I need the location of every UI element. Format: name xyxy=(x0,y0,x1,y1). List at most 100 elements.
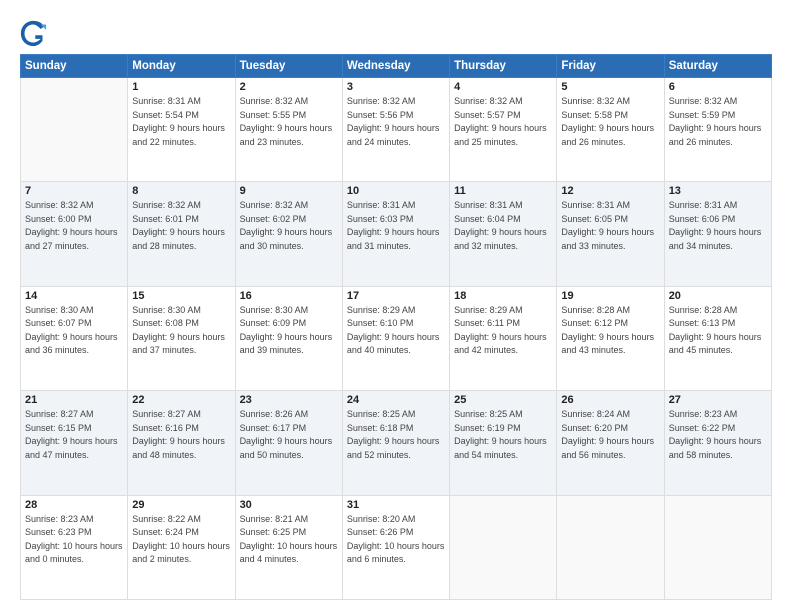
day-info: Sunrise: 8:32 AMSunset: 5:55 PMDaylight:… xyxy=(240,95,338,149)
day-number: 7 xyxy=(25,185,123,197)
calendar-cell xyxy=(450,495,557,599)
calendar-cell: 24Sunrise: 8:25 AMSunset: 6:18 PMDayligh… xyxy=(342,391,449,495)
calendar-cell: 26Sunrise: 8:24 AMSunset: 6:20 PMDayligh… xyxy=(557,391,664,495)
day-number: 4 xyxy=(454,81,552,93)
day-info: Sunrise: 8:30 AMSunset: 6:09 PMDaylight:… xyxy=(240,304,338,358)
day-number: 25 xyxy=(454,394,552,406)
day-info: Sunrise: 8:24 AMSunset: 6:20 PMDaylight:… xyxy=(561,408,659,462)
day-number: 10 xyxy=(347,185,445,197)
weekday-header-thursday: Thursday xyxy=(450,55,557,78)
day-number: 20 xyxy=(669,290,767,302)
calendar-week-row: 14Sunrise: 8:30 AMSunset: 6:07 PMDayligh… xyxy=(21,286,772,390)
day-info: Sunrise: 8:29 AMSunset: 6:10 PMDaylight:… xyxy=(347,304,445,358)
day-number: 15 xyxy=(132,290,230,302)
header xyxy=(20,16,772,48)
day-info: Sunrise: 8:32 AMSunset: 6:02 PMDaylight:… xyxy=(240,199,338,253)
weekday-header-saturday: Saturday xyxy=(664,55,771,78)
calendar-week-row: 7 Sunrise: 8:32 AMSunset: 6:00 PMDaylight… xyxy=(21,182,772,286)
day-info: Sunrise: 8:22 AMSunset: 6:24 PMDaylight:… xyxy=(132,513,230,567)
day-info: Sunrise: 8:31 AMSunset: 6:05 PMDaylight:… xyxy=(561,199,659,253)
calendar-cell: 23 Sunrise: 8:26 AMSunset: 6:17 PMDayligh… xyxy=(235,391,342,495)
day-number: 14 xyxy=(25,290,123,302)
day-info: Sunrise: 8:20 AMSunset: 6:26 PMDaylight:… xyxy=(347,513,445,567)
day-info: Sunrise: 8:25 AMSunset: 6:19 PMDaylight:… xyxy=(454,408,552,462)
day-number: 28 xyxy=(25,499,123,511)
day-number: 11 xyxy=(454,185,552,197)
day-info: Sunrise: 8:29 AMSunset: 6:11 PMDaylight:… xyxy=(454,304,552,358)
day-number: 29 xyxy=(132,499,230,511)
calendar-cell: 6 Sunrise: 8:32 AMSunset: 5:59 PMDaylight… xyxy=(664,78,771,182)
weekday-header-sunday: Sunday xyxy=(21,55,128,78)
weekday-header-tuesday: Tuesday xyxy=(235,55,342,78)
day-number: 31 xyxy=(347,499,445,511)
calendar-page: SundayMondayTuesdayWednesdayThursdayFrid… xyxy=(0,0,792,612)
day-number: 1 xyxy=(132,81,230,93)
calendar-week-row: 28 Sunrise: 8:23 AMSunset: 6:23 PMDayligh… xyxy=(21,495,772,599)
calendar-cell: 4 Sunrise: 8:32 AMSunset: 5:57 PMDaylight… xyxy=(450,78,557,182)
calendar-table: SundayMondayTuesdayWednesdayThursdayFrid… xyxy=(20,54,772,600)
calendar-cell: 25 Sunrise: 8:25 AMSunset: 6:19 PMDayligh… xyxy=(450,391,557,495)
calendar-cell: 14Sunrise: 8:30 AMSunset: 6:07 PMDayligh… xyxy=(21,286,128,390)
calendar-cell: 21 Sunrise: 8:27 AMSunset: 6:15 PMDayligh… xyxy=(21,391,128,495)
calendar-cell: 22 Sunrise: 8:27 AMSunset: 6:16 PMDayligh… xyxy=(128,391,235,495)
day-number: 6 xyxy=(669,81,767,93)
weekday-header-friday: Friday xyxy=(557,55,664,78)
logo-icon xyxy=(20,20,48,48)
calendar-cell: 20 Sunrise: 8:28 AMSunset: 6:13 PMDayligh… xyxy=(664,286,771,390)
day-info: Sunrise: 8:32 AMSunset: 6:01 PMDaylight:… xyxy=(132,199,230,253)
day-number: 9 xyxy=(240,185,338,197)
calendar-cell: 8 Sunrise: 8:32 AMSunset: 6:01 PMDaylight… xyxy=(128,182,235,286)
calendar-cell: 18 Sunrise: 8:29 AMSunset: 6:11 PMDayligh… xyxy=(450,286,557,390)
day-info: Sunrise: 8:25 AMSunset: 6:18 PMDaylight:… xyxy=(347,408,445,462)
day-info: Sunrise: 8:27 AMSunset: 6:15 PMDaylight:… xyxy=(25,408,123,462)
day-info: Sunrise: 8:32 AMSunset: 5:57 PMDaylight:… xyxy=(454,95,552,149)
day-number: 22 xyxy=(132,394,230,406)
calendar-cell: 31 Sunrise: 8:20 AMSunset: 6:26 PMDayligh… xyxy=(342,495,449,599)
day-number: 8 xyxy=(132,185,230,197)
logo xyxy=(20,20,52,48)
day-info: Sunrise: 8:31 AMSunset: 5:54 PMDaylight:… xyxy=(132,95,230,149)
calendar-cell: 3 Sunrise: 8:32 AMSunset: 5:56 PMDaylight… xyxy=(342,78,449,182)
day-info: Sunrise: 8:21 AMSunset: 6:25 PMDaylight:… xyxy=(240,513,338,567)
day-number: 23 xyxy=(240,394,338,406)
day-info: Sunrise: 8:23 AMSunset: 6:22 PMDaylight:… xyxy=(669,408,767,462)
day-number: 12 xyxy=(561,185,659,197)
calendar-cell: 1 Sunrise: 8:31 AMSunset: 5:54 PMDaylight… xyxy=(128,78,235,182)
day-info: Sunrise: 8:28 AMSunset: 6:13 PMDaylight:… xyxy=(669,304,767,358)
calendar-cell: 15 Sunrise: 8:30 AMSunset: 6:08 PMDayligh… xyxy=(128,286,235,390)
weekday-header-monday: Monday xyxy=(128,55,235,78)
calendar-cell: 19Sunrise: 8:28 AMSunset: 6:12 PMDayligh… xyxy=(557,286,664,390)
calendar-cell: 11 Sunrise: 8:31 AMSunset: 6:04 PMDayligh… xyxy=(450,182,557,286)
calendar-cell xyxy=(557,495,664,599)
day-info: Sunrise: 8:32 AMSunset: 6:00 PMDaylight:… xyxy=(25,199,123,253)
calendar-cell: 29 Sunrise: 8:22 AMSunset: 6:24 PMDayligh… xyxy=(128,495,235,599)
calendar-cell: 5 Sunrise: 8:32 AMSunset: 5:58 PMDaylight… xyxy=(557,78,664,182)
calendar-cell: 2 Sunrise: 8:32 AMSunset: 5:55 PMDaylight… xyxy=(235,78,342,182)
day-info: Sunrise: 8:31 AMSunset: 6:04 PMDaylight:… xyxy=(454,199,552,253)
day-info: Sunrise: 8:27 AMSunset: 6:16 PMDaylight:… xyxy=(132,408,230,462)
day-number: 5 xyxy=(561,81,659,93)
calendar-cell: 27 Sunrise: 8:23 AMSunset: 6:22 PMDayligh… xyxy=(664,391,771,495)
day-info: Sunrise: 8:30 AMSunset: 6:08 PMDaylight:… xyxy=(132,304,230,358)
calendar-cell: 10 Sunrise: 8:31 AMSunset: 6:03 PMDayligh… xyxy=(342,182,449,286)
day-number: 21 xyxy=(25,394,123,406)
day-number: 3 xyxy=(347,81,445,93)
calendar-cell: 16Sunrise: 8:30 AMSunset: 6:09 PMDayligh… xyxy=(235,286,342,390)
calendar-cell: 13Sunrise: 8:31 AMSunset: 6:06 PMDayligh… xyxy=(664,182,771,286)
day-number: 2 xyxy=(240,81,338,93)
calendar-week-row: 1 Sunrise: 8:31 AMSunset: 5:54 PMDaylight… xyxy=(21,78,772,182)
day-number: 18 xyxy=(454,290,552,302)
calendar-cell: 30 Sunrise: 8:21 AMSunset: 6:25 PMDayligh… xyxy=(235,495,342,599)
day-info: Sunrise: 8:28 AMSunset: 6:12 PMDaylight:… xyxy=(561,304,659,358)
day-number: 27 xyxy=(669,394,767,406)
calendar-cell xyxy=(664,495,771,599)
day-info: Sunrise: 8:32 AMSunset: 5:59 PMDaylight:… xyxy=(669,95,767,149)
calendar-cell: 17Sunrise: 8:29 AMSunset: 6:10 PMDayligh… xyxy=(342,286,449,390)
day-info: Sunrise: 8:23 AMSunset: 6:23 PMDaylight:… xyxy=(25,513,123,567)
day-info: Sunrise: 8:32 AMSunset: 5:58 PMDaylight:… xyxy=(561,95,659,149)
calendar-cell: 7 Sunrise: 8:32 AMSunset: 6:00 PMDaylight… xyxy=(21,182,128,286)
day-info: Sunrise: 8:31 AMSunset: 6:03 PMDaylight:… xyxy=(347,199,445,253)
day-number: 30 xyxy=(240,499,338,511)
day-info: Sunrise: 8:26 AMSunset: 6:17 PMDaylight:… xyxy=(240,408,338,462)
day-info: Sunrise: 8:32 AMSunset: 5:56 PMDaylight:… xyxy=(347,95,445,149)
